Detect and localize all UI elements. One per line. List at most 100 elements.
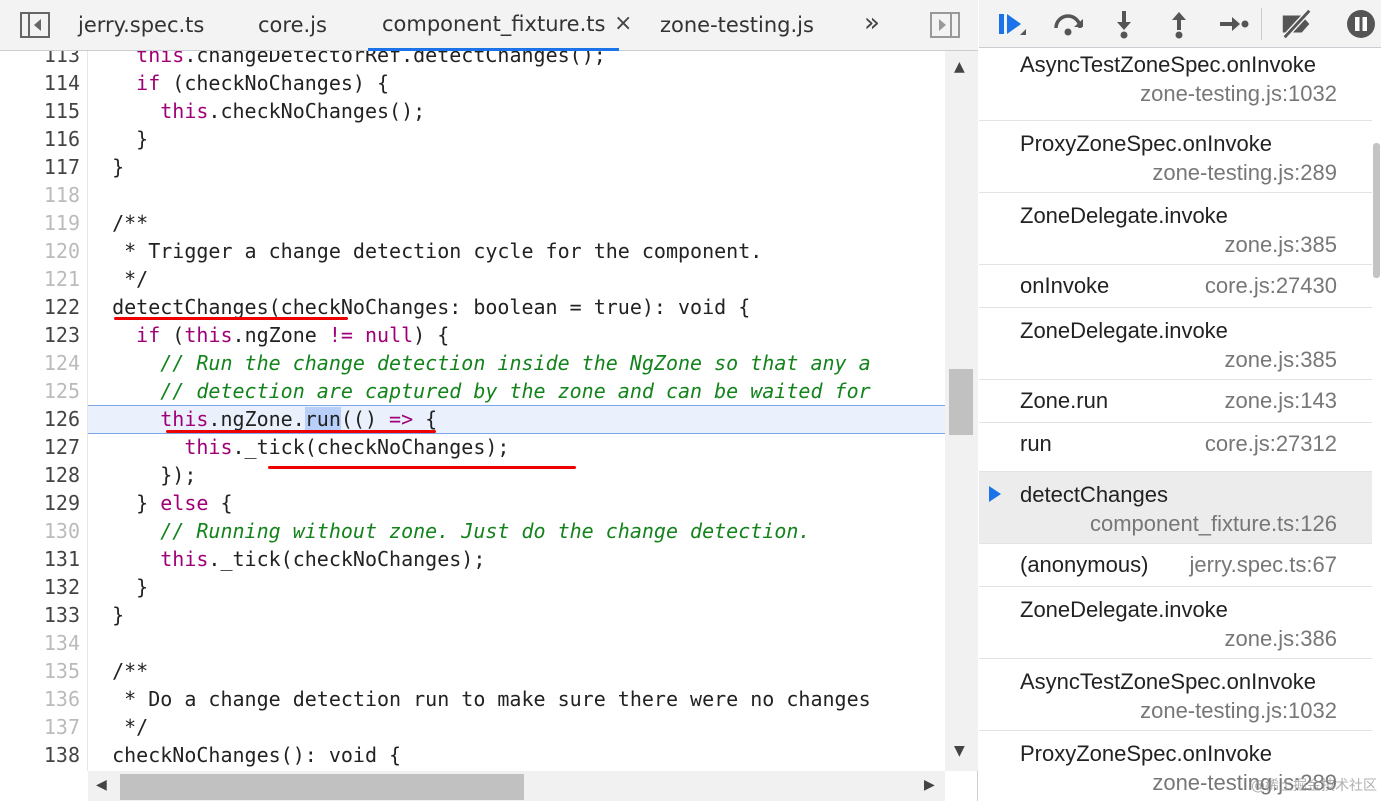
line-number[interactable]: 128 bbox=[0, 461, 80, 489]
annotation-underline bbox=[114, 317, 348, 320]
call-frame-name: ZoneDelegate.invoke bbox=[1020, 318, 1228, 343]
annotation-underline bbox=[268, 466, 576, 469]
toggle-debugger-icon[interactable] bbox=[930, 10, 960, 40]
toolbar-divider bbox=[1261, 8, 1262, 40]
code-line: } bbox=[88, 603, 125, 627]
line-number[interactable]: 134 bbox=[0, 629, 80, 657]
code-line: this._tick(checkNoChanges); bbox=[184, 435, 510, 459]
call-frame[interactable]: run core.js:27312 bbox=[979, 423, 1372, 472]
watermark: @稀土掘金技术社区 bbox=[1251, 778, 1377, 794]
deactivate-breakpoints-icon[interactable] bbox=[1279, 6, 1315, 42]
line-number[interactable]: 133 bbox=[0, 601, 80, 629]
step-icon[interactable] bbox=[1215, 6, 1251, 42]
scrollbar-thumb[interactable] bbox=[1373, 143, 1380, 278]
line-number[interactable]: 138 bbox=[0, 741, 80, 769]
scroll-left-icon[interactable]: ◀ bbox=[96, 777, 107, 793]
editor-vertical-scrollbar[interactable]: ▲ ▼ bbox=[945, 51, 978, 771]
source-editor-pane: jerry.spec.ts core.js component_fixture.… bbox=[0, 0, 978, 801]
call-frame[interactable]: ProxyZoneSpec.onInvoke zone-testing.js:28… bbox=[979, 121, 1372, 193]
call-frame-name: ZoneDelegate.invoke bbox=[1020, 203, 1228, 228]
line-number[interactable]: 117 bbox=[0, 153, 80, 181]
line-number[interactable]: 135 bbox=[0, 657, 80, 685]
call-frame[interactable]: ZoneDelegate.invoke zone.js:386 bbox=[979, 587, 1372, 659]
call-frame-location[interactable]: component_fixture.ts:126 bbox=[1090, 511, 1337, 537]
line-number-current[interactable]: 126 bbox=[0, 405, 80, 433]
call-frame[interactable]: AsyncTestZoneSpec.onInvoke zone-testing.j… bbox=[979, 659, 1372, 731]
call-frame-name: detectChanges bbox=[1020, 482, 1168, 507]
call-frame[interactable]: Zone.run zone.js:143 bbox=[979, 380, 1372, 423]
call-frame-location[interactable]: zone.js:143 bbox=[1224, 388, 1337, 414]
line-number[interactable]: 122 bbox=[0, 293, 80, 321]
call-frame-location[interactable]: zone-testing.js:289 bbox=[1152, 160, 1337, 186]
call-frame[interactable]: ZoneDelegate.invoke zone.js:385 bbox=[979, 193, 1372, 265]
tab-zone-testing[interactable]: zone-testing.js bbox=[660, 0, 814, 51]
call-frame-location[interactable]: zone.js:385 bbox=[1224, 347, 1337, 373]
code-line: */ bbox=[88, 715, 149, 739]
line-number[interactable]: 120 bbox=[0, 237, 80, 265]
scroll-up-icon[interactable]: ▲ bbox=[954, 59, 965, 75]
line-number[interactable]: 129 bbox=[0, 489, 80, 517]
call-frame-name: Zone.run bbox=[1020, 388, 1109, 413]
scrollbar-thumb[interactable] bbox=[120, 774, 524, 800]
line-number[interactable]: 116 bbox=[0, 125, 80, 153]
line-number[interactable]: 125 bbox=[0, 377, 80, 405]
call-stack-list: AsyncTestZoneSpec.onInvoke zone-testing.j… bbox=[979, 48, 1372, 801]
scrollbar-thumb[interactable] bbox=[949, 369, 973, 435]
tab-core-js[interactable]: core.js bbox=[258, 0, 327, 51]
call-frame-name: ZoneDelegate.invoke bbox=[1020, 597, 1228, 622]
line-number[interactable]: 118 bbox=[0, 181, 80, 209]
line-number[interactable]: 121 bbox=[0, 265, 80, 293]
call-frame[interactable]: (anonymous) jerry.spec.ts:67 bbox=[979, 544, 1372, 587]
call-frame-location[interactable]: zone.js:385 bbox=[1224, 232, 1337, 258]
code-line: /** bbox=[88, 659, 149, 683]
line-number[interactable]: 123 bbox=[0, 321, 80, 349]
code-area[interactable]: this.changeDetectorRef.detectChanges(); … bbox=[88, 51, 945, 771]
resume-icon[interactable] bbox=[993, 6, 1029, 42]
pause-on-exceptions-icon[interactable] bbox=[1343, 6, 1379, 42]
code-line: */ bbox=[88, 267, 149, 291]
line-number[interactable]: 127 bbox=[0, 433, 80, 461]
debugger-sidebar: AsyncTestZoneSpec.onInvoke zone-testing.j… bbox=[979, 0, 1381, 801]
code-line: if (checkNoChanges) { bbox=[136, 71, 390, 95]
call-frame-location[interactable]: zone-testing.js:1032 bbox=[1140, 81, 1337, 107]
code-line: this.checkNoChanges(); bbox=[160, 99, 426, 123]
step-over-icon[interactable] bbox=[1050, 6, 1086, 42]
line-number[interactable]: 132 bbox=[0, 573, 80, 601]
editor-horizontal-scrollbar[interactable]: ◀ ▶ bbox=[88, 771, 945, 801]
line-number[interactable]: 114 bbox=[0, 69, 80, 97]
call-frame-location[interactable]: zone.js:386 bbox=[1224, 626, 1337, 652]
tab-component-fixture[interactable]: component_fixture.ts bbox=[368, 0, 620, 51]
step-out-icon[interactable] bbox=[1161, 6, 1197, 42]
line-number[interactable]: 136 bbox=[0, 685, 80, 713]
line-number[interactable]: 124 bbox=[0, 349, 80, 377]
call-frame-selected[interactable]: detectChanges component_fixture.ts:126 bbox=[979, 472, 1372, 544]
scroll-right-icon[interactable]: ▶ bbox=[924, 777, 935, 793]
line-number[interactable]: 115 bbox=[0, 97, 80, 125]
line-number[interactable]: 139 bbox=[0, 769, 80, 771]
toggle-navigator-icon[interactable] bbox=[20, 10, 50, 40]
call-frame-location[interactable]: core.js:27430 bbox=[1205, 273, 1337, 299]
code-line: * Do a change detection run to make sure… bbox=[88, 687, 871, 711]
call-frame-location[interactable]: zone-testing.js:1032 bbox=[1140, 698, 1337, 724]
line-number[interactable]: 131 bbox=[0, 545, 80, 573]
call-frame-location[interactable]: jerry.spec.ts:67 bbox=[1189, 552, 1337, 578]
call-frame-location[interactable]: core.js:27312 bbox=[1205, 431, 1337, 457]
scroll-down-icon[interactable]: ▼ bbox=[954, 743, 965, 759]
call-frame[interactable]: ZoneDelegate.invoke zone.js:385 bbox=[979, 308, 1372, 380]
call-frame[interactable]: onInvoke core.js:27430 bbox=[979, 265, 1372, 308]
line-number[interactable]: 113 bbox=[0, 51, 80, 69]
step-into-icon[interactable] bbox=[1106, 6, 1142, 42]
close-tab-icon[interactable]: × bbox=[614, 0, 632, 51]
line-number[interactable]: 119 bbox=[0, 209, 80, 237]
editor-tab-bar: jerry.spec.ts core.js component_fixture.… bbox=[0, 0, 978, 51]
call-frame[interactable]: AsyncTestZoneSpec.onInvoke zone-testing.j… bbox=[979, 48, 1372, 121]
line-number[interactable]: 130 bbox=[0, 517, 80, 545]
annotation-underline bbox=[166, 430, 436, 433]
tab-jerry-spec[interactable]: jerry.spec.ts bbox=[78, 0, 204, 51]
code-line: * Trigger a change detection cycle for t… bbox=[88, 239, 763, 263]
more-tabs-icon[interactable]: » bbox=[864, 0, 880, 51]
line-number[interactable]: 137 bbox=[0, 713, 80, 741]
call-stack-scrollbar[interactable] bbox=[1372, 48, 1381, 801]
